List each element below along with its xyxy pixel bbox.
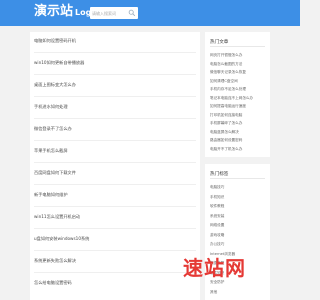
sidebar-link[interactable]: 微信聊天记录怎么恢复: [210, 70, 246, 75]
sidebar-link[interactable]: 网络设置: [210, 223, 224, 228]
sidebar-link[interactable]: 如何清理C盘空间: [210, 79, 238, 84]
top-header-bar: 演示站 Logo: [0, 0, 300, 26]
article-list: 电脑如何设置密码开机 win10如何更新自带播放器 桌面上图标变大怎么办 手机进…: [30, 32, 200, 300]
sidebar-link[interactable]: 笔记本电脑连不上网怎么办: [210, 96, 253, 101]
sidebar-link[interactable]: 路由器如何设置密码: [210, 138, 242, 143]
sidebar-title: 热门文章: [210, 40, 229, 45]
row-divider: [34, 140, 196, 141]
list-item[interactable]: 怎么给电脑设置密码: [34, 280, 72, 286]
sidebar-link[interactable]: 如何提高电脑运行速度: [210, 104, 246, 109]
logo-text: 演示站: [34, 4, 74, 19]
sidebar-link[interactable]: 系统安装: [210, 214, 224, 219]
sidebar-link[interactable]: 手机屏幕碎了怎么办: [210, 121, 242, 126]
site-logo[interactable]: 演示站 Logo: [34, 4, 97, 21]
row-divider: [34, 184, 196, 185]
sidebar-link[interactable]: 网页打开很慢怎么办: [210, 53, 242, 58]
search-icon[interactable]: [128, 9, 136, 17]
sidebar-link[interactable]: 手机内存不足怎么处理: [210, 87, 246, 92]
row-divider: [34, 52, 196, 53]
list-item[interactable]: 百度网盘如何下载文件: [34, 170, 76, 176]
list-item[interactable]: 新手电脑如何维护: [34, 192, 68, 198]
row-divider: [34, 74, 196, 75]
list-item[interactable]: 微信登录不了怎么办: [34, 126, 72, 132]
row-divider: [34, 250, 196, 251]
row-divider: [34, 96, 196, 97]
sidebar-link[interactable]: 办公技巧: [210, 242, 224, 247]
row-divider: [34, 118, 196, 119]
watermark-text: 速站网: [183, 256, 246, 280]
list-item[interactable]: u盘如何安装windows10系统: [34, 236, 89, 242]
sidebar-title: 热门标签: [210, 172, 229, 177]
sidebar-link[interactable]: 软件教程: [210, 204, 224, 209]
sidebar-link[interactable]: 电脑开不了机怎么办: [210, 147, 242, 152]
list-item[interactable]: win11怎么设置开机启动: [34, 214, 80, 220]
sidebar-link[interactable]: 游戏攻略: [210, 233, 224, 238]
sidebar-link[interactable]: 手机知识: [210, 195, 224, 200]
row-divider: [34, 162, 196, 163]
list-item[interactable]: 电脑如何设置密码开机: [34, 38, 76, 44]
watermark-logo: 速站网: [183, 252, 246, 281]
sidebar-link[interactable]: 打印机如何连接电脑: [210, 113, 242, 118]
search-box: [90, 7, 138, 19]
sidebar-link[interactable]: 电脑技巧: [210, 185, 224, 190]
sidebar-link[interactable]: 电脑蓝屏怎么解决: [210, 130, 239, 135]
sidebar-divider: [210, 178, 265, 179]
list-item[interactable]: 手机进水如何处理: [34, 104, 68, 110]
sidebar-link[interactable]: 其他: [210, 290, 217, 295]
list-item[interactable]: 苹果手机怎么截屏: [34, 148, 68, 154]
row-divider: [34, 228, 196, 229]
list-item[interactable]: 系统更新失败怎么解决: [34, 258, 76, 264]
row-divider: [34, 206, 196, 207]
list-item[interactable]: win10如何更新自带播放器: [34, 60, 84, 66]
row-divider: [34, 272, 196, 273]
search-input[interactable]: [92, 7, 126, 19]
list-item[interactable]: 桌面上图标变大怎么办: [34, 82, 76, 88]
sidebar-divider: [210, 46, 265, 47]
sidebar-hot-articles: 热门文章 网页打开很慢怎么办 电脑怎么截图的方法 微信聊天记录怎么恢复 如何清理…: [205, 32, 270, 157]
sidebar-link[interactable]: 电脑怎么截图的方法: [210, 62, 242, 67]
